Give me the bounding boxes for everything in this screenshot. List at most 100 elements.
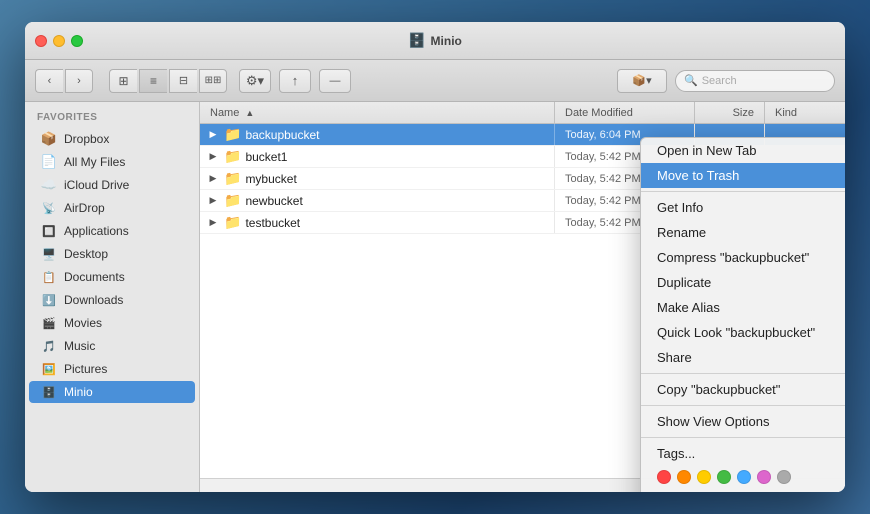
dropbox-button[interactable]: 📦▾	[617, 69, 667, 93]
sidebar-section-title: Favorites	[25, 102, 199, 127]
path-button[interactable]: —	[319, 69, 351, 93]
sidebar-item-label: Movies	[64, 316, 102, 330]
icon-view-button[interactable]: ⊞	[109, 69, 137, 93]
pictures-icon: 🖼️	[41, 361, 57, 377]
view-buttons: ⊞ ≡ ⊟ ⊞⊞	[109, 69, 227, 93]
maximize-button[interactable]	[71, 35, 83, 47]
ctx-separator	[641, 437, 845, 438]
tag-orange[interactable]	[677, 470, 691, 484]
search-icon: 🔍	[684, 74, 698, 87]
file-name-cell: ▶ 📁 testbucket	[200, 212, 555, 233]
toolbar: ‹ › ⊞ ≡ ⊟ ⊞⊞ ⚙▾ ↑ — 📦▾ 🔍 Search	[25, 60, 845, 102]
desktop-icon: 🖥️	[41, 246, 57, 262]
folder-icon: 📁	[224, 148, 241, 165]
list-view-button[interactable]: ≡	[139, 69, 167, 93]
file-name: backupbucket	[245, 128, 319, 142]
sidebar-item-pictures[interactable]: 🖼️ Pictures	[29, 358, 195, 380]
file-name: mybucket	[245, 172, 296, 186]
sidebar-item-dropbox[interactable]: 📦 Dropbox	[29, 128, 195, 150]
window-title: 🗄️ Minio	[408, 32, 462, 49]
share-button[interactable]: ↑	[279, 69, 311, 93]
ctx-show-view-options[interactable]: Show View Options	[641, 409, 845, 434]
ctx-copy[interactable]: Copy "backupbucket"	[641, 377, 845, 402]
sidebar-item-label: Dropbox	[64, 132, 109, 146]
movies-icon: 🎬	[41, 315, 57, 331]
ctx-duplicate[interactable]: Duplicate	[641, 270, 845, 295]
sidebar-item-minio[interactable]: 🗄️ Minio	[29, 381, 195, 403]
sidebar-item-music[interactable]: 🎵 Music	[29, 335, 195, 357]
tag-green[interactable]	[717, 470, 731, 484]
sidebar-item-downloads[interactable]: ⬇️ Downloads	[29, 289, 195, 311]
ctx-tags[interactable]: Tags...	[641, 441, 845, 466]
tag-red[interactable]	[657, 470, 671, 484]
nav-buttons: ‹ ›	[35, 69, 93, 93]
window-title-text: Minio	[431, 34, 462, 48]
titlebar: 🗄️ Minio	[25, 22, 845, 60]
coverflow-view-button[interactable]: ⊞⊞	[199, 69, 227, 93]
ctx-share[interactable]: Share ▶	[641, 345, 845, 370]
search-placeholder: Search	[702, 75, 737, 87]
sort-arrow-icon: ▲	[245, 108, 254, 118]
sidebar-item-label: Documents	[64, 270, 125, 284]
ctx-get-info[interactable]: Get Info	[641, 195, 845, 220]
sidebar-item-movies[interactable]: 🎬 Movies	[29, 312, 195, 334]
name-column-header[interactable]: Name ▲	[200, 102, 555, 123]
sidebar-item-airdrop[interactable]: 📡 AirDrop	[29, 197, 195, 219]
file-name: newbucket	[245, 194, 302, 208]
ctx-separator	[641, 373, 845, 374]
column-view-button[interactable]: ⊟	[169, 69, 197, 93]
sidebar-item-label: iCloud Drive	[64, 178, 129, 192]
sidebar-item-label: All My Files	[64, 155, 125, 169]
documents-icon: 📋	[41, 269, 57, 285]
music-icon: 🎵	[41, 338, 57, 354]
file-name-cell: ▶ 📁 newbucket	[200, 190, 555, 211]
tag-blue[interactable]	[737, 470, 751, 484]
file-name-cell: ▶ 📁 mybucket	[200, 168, 555, 189]
sidebar-item-documents[interactable]: 📋 Documents	[29, 266, 195, 288]
ctx-compress[interactable]: Compress "backupbucket"	[641, 245, 845, 270]
sidebar-item-icloud-drive[interactable]: ☁️ iCloud Drive	[29, 174, 195, 196]
forward-button[interactable]: ›	[65, 69, 93, 93]
window-title-icon: 🗄️	[408, 32, 425, 49]
folder-icon: 📁	[224, 214, 241, 231]
icloud-icon: ☁️	[41, 177, 57, 193]
ctx-move-to-trash[interactable]: Move to Trash	[641, 163, 845, 188]
file-name: bucket1	[245, 150, 287, 164]
dropbox-icon: 📦	[41, 131, 57, 147]
search-box[interactable]: 🔍 Search	[675, 70, 835, 92]
tag-purple[interactable]	[757, 470, 771, 484]
date-column-header[interactable]: Date Modified	[555, 102, 695, 123]
tag-yellow[interactable]	[697, 470, 711, 484]
disclosure-triangle: ▶	[206, 173, 220, 184]
ctx-open-new-tab[interactable]: Open in New Tab	[641, 138, 845, 163]
minimize-button[interactable]	[53, 35, 65, 47]
file-name-cell: ▶ 📁 bucket1	[200, 146, 555, 167]
sidebar-item-label: Applications	[64, 224, 129, 238]
disclosure-triangle: ▶	[206, 195, 220, 206]
ctx-rename[interactable]: Rename	[641, 220, 845, 245]
all-my-files-icon: 📄	[41, 154, 57, 170]
sidebar: Favorites 📦 Dropbox 📄 All My Files ☁️ iC…	[25, 102, 200, 492]
minio-icon: 🗄️	[41, 384, 57, 400]
sidebar-item-label: Downloads	[64, 293, 123, 307]
sidebar-item-label: Music	[64, 339, 95, 353]
sidebar-item-applications[interactable]: 🔲 Applications	[29, 220, 195, 242]
ctx-make-alias[interactable]: Make Alias	[641, 295, 845, 320]
sidebar-item-label: Desktop	[64, 247, 108, 261]
downloads-icon: ⬇️	[41, 292, 57, 308]
kind-column-header[interactable]: Kind	[765, 102, 845, 123]
size-column-header[interactable]: Size	[695, 102, 765, 123]
folder-icon: 📁	[224, 192, 241, 209]
context-menu: Open in New Tab Move to Trash Get Info R…	[640, 137, 845, 492]
tag-gray[interactable]	[777, 470, 791, 484]
sidebar-item-all-my-files[interactable]: 📄 All My Files	[29, 151, 195, 173]
sidebar-item-desktop[interactable]: 🖥️ Desktop	[29, 243, 195, 265]
disclosure-triangle: ▶	[206, 151, 220, 162]
sidebar-item-label: Pictures	[64, 362, 107, 376]
folder-icon: 📁	[224, 170, 241, 187]
disclosure-triangle: ▶	[206, 129, 220, 140]
back-button[interactable]: ‹	[35, 69, 63, 93]
action-button[interactable]: ⚙▾	[239, 69, 271, 93]
ctx-quick-look[interactable]: Quick Look "backupbucket"	[641, 320, 845, 345]
close-button[interactable]	[35, 35, 47, 47]
